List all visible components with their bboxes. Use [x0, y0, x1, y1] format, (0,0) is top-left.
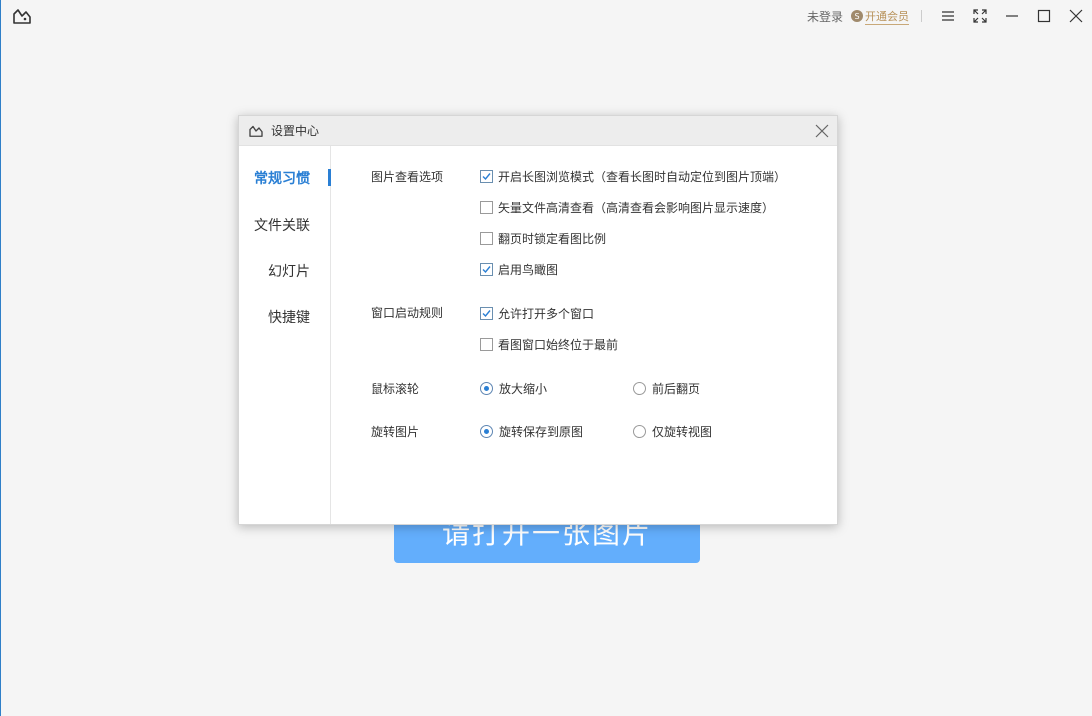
option-label: 启用鸟瞰图 — [498, 263, 559, 277]
fullscreen-button[interactable] — [964, 0, 996, 32]
option-label: 旋转保存到原图 — [499, 425, 584, 439]
option-rotate-view-only[interactable]: 仅旋转视图 — [633, 423, 712, 440]
checkmark-icon — [482, 310, 491, 318]
option-lock-zoom-on-page[interactable]: 翻页时锁定看图比例 — [480, 230, 606, 247]
option-label: 矢量文件高清查看（高清查看会影响图片显示速度） — [498, 201, 775, 215]
fullscreen-icon — [973, 9, 987, 23]
login-status[interactable]: 未登录 — [807, 8, 843, 25]
checkbox[interactable] — [480, 338, 493, 351]
nav-item-shortcuts[interactable]: 快捷键 — [268, 307, 310, 327]
checkbox[interactable] — [480, 307, 493, 320]
minimize-button[interactable] — [996, 0, 1028, 32]
minimize-icon — [1006, 15, 1018, 17]
close-button[interactable] — [1060, 0, 1092, 32]
option-always-on-top[interactable]: 看图窗口始终位于最前 — [480, 336, 618, 353]
section-label-view-options: 图片查看选项 — [371, 170, 444, 184]
maximize-icon — [1037, 9, 1051, 23]
vip-label: 开通会员 — [865, 9, 909, 25]
divider — [921, 10, 922, 22]
radio[interactable] — [480, 382, 493, 395]
option-label: 仅旋转视图 — [652, 425, 713, 439]
dialog-header: 设置中心 — [239, 116, 837, 146]
option-label: 看图窗口始终位于最前 — [498, 338, 619, 352]
section-label-rotate: 旋转图片 — [371, 425, 420, 439]
option-wheel-page[interactable]: 前后翻页 — [633, 380, 700, 397]
dialog-title: 设置中心 — [271, 124, 320, 138]
close-icon — [1069, 9, 1083, 23]
option-label: 放大缩小 — [499, 382, 548, 396]
vip-icon: S — [851, 10, 863, 22]
radio[interactable] — [633, 425, 646, 438]
checkbox[interactable] — [480, 263, 493, 276]
nav-item-general[interactable]: 常规习惯 — [254, 168, 310, 188]
settings-dialog: 设置中心 常规习惯 文件关联 幻灯片 快捷键 图片查看选项 开启长图浏览模式（查… — [238, 115, 838, 525]
nav-item-file-association[interactable]: 文件关联 — [254, 215, 310, 235]
vip-button[interactable]: S 开通会员 — [851, 8, 909, 25]
option-wheel-zoom[interactable]: 放大缩小 — [480, 380, 547, 397]
app-logo-icon — [13, 9, 31, 24]
section-label-window-rules: 窗口启动规则 — [371, 306, 444, 320]
menu-icon — [942, 11, 954, 21]
nav-active-indicator — [328, 169, 331, 186]
radio[interactable] — [633, 382, 646, 395]
maximize-button[interactable] — [1028, 0, 1060, 32]
dialog-close-icon[interactable] — [813, 122, 831, 140]
checkbox[interactable] — [480, 232, 493, 245]
menu-button[interactable] — [932, 0, 964, 32]
option-multiple-windows[interactable]: 允许打开多个窗口 — [480, 305, 594, 322]
settings-nav: 常规习惯 文件关联 幻灯片 快捷键 — [239, 146, 331, 524]
option-vector-hd[interactable]: 矢量文件高清查看（高清查看会影响图片显示速度） — [480, 199, 774, 216]
checkmark-icon — [482, 173, 491, 181]
option-label: 翻页时锁定看图比例 — [498, 232, 607, 246]
option-rotate-save-original[interactable]: 旋转保存到原图 — [480, 423, 583, 440]
title-bar-controls: 未登录 S 开通会员 — [807, 0, 1092, 32]
checkmark-icon — [482, 266, 491, 274]
nav-item-slideshow[interactable]: 幻灯片 — [268, 261, 310, 281]
option-long-image-mode[interactable]: 开启长图浏览模式（查看长图时自动定位到图片顶端） — [480, 168, 786, 185]
checkbox[interactable] — [480, 201, 493, 214]
option-birds-eye-view[interactable]: 启用鸟瞰图 — [480, 261, 558, 278]
radio[interactable] — [480, 425, 493, 438]
dialog-logo-icon — [249, 125, 263, 137]
option-label: 允许打开多个窗口 — [498, 307, 595, 321]
checkbox[interactable] — [480, 170, 493, 183]
section-label-mouse-wheel: 鼠标滚轮 — [371, 382, 420, 396]
option-label: 开启长图浏览模式（查看长图时自动定位到图片顶端） — [498, 170, 787, 184]
option-label: 前后翻页 — [652, 382, 701, 396]
